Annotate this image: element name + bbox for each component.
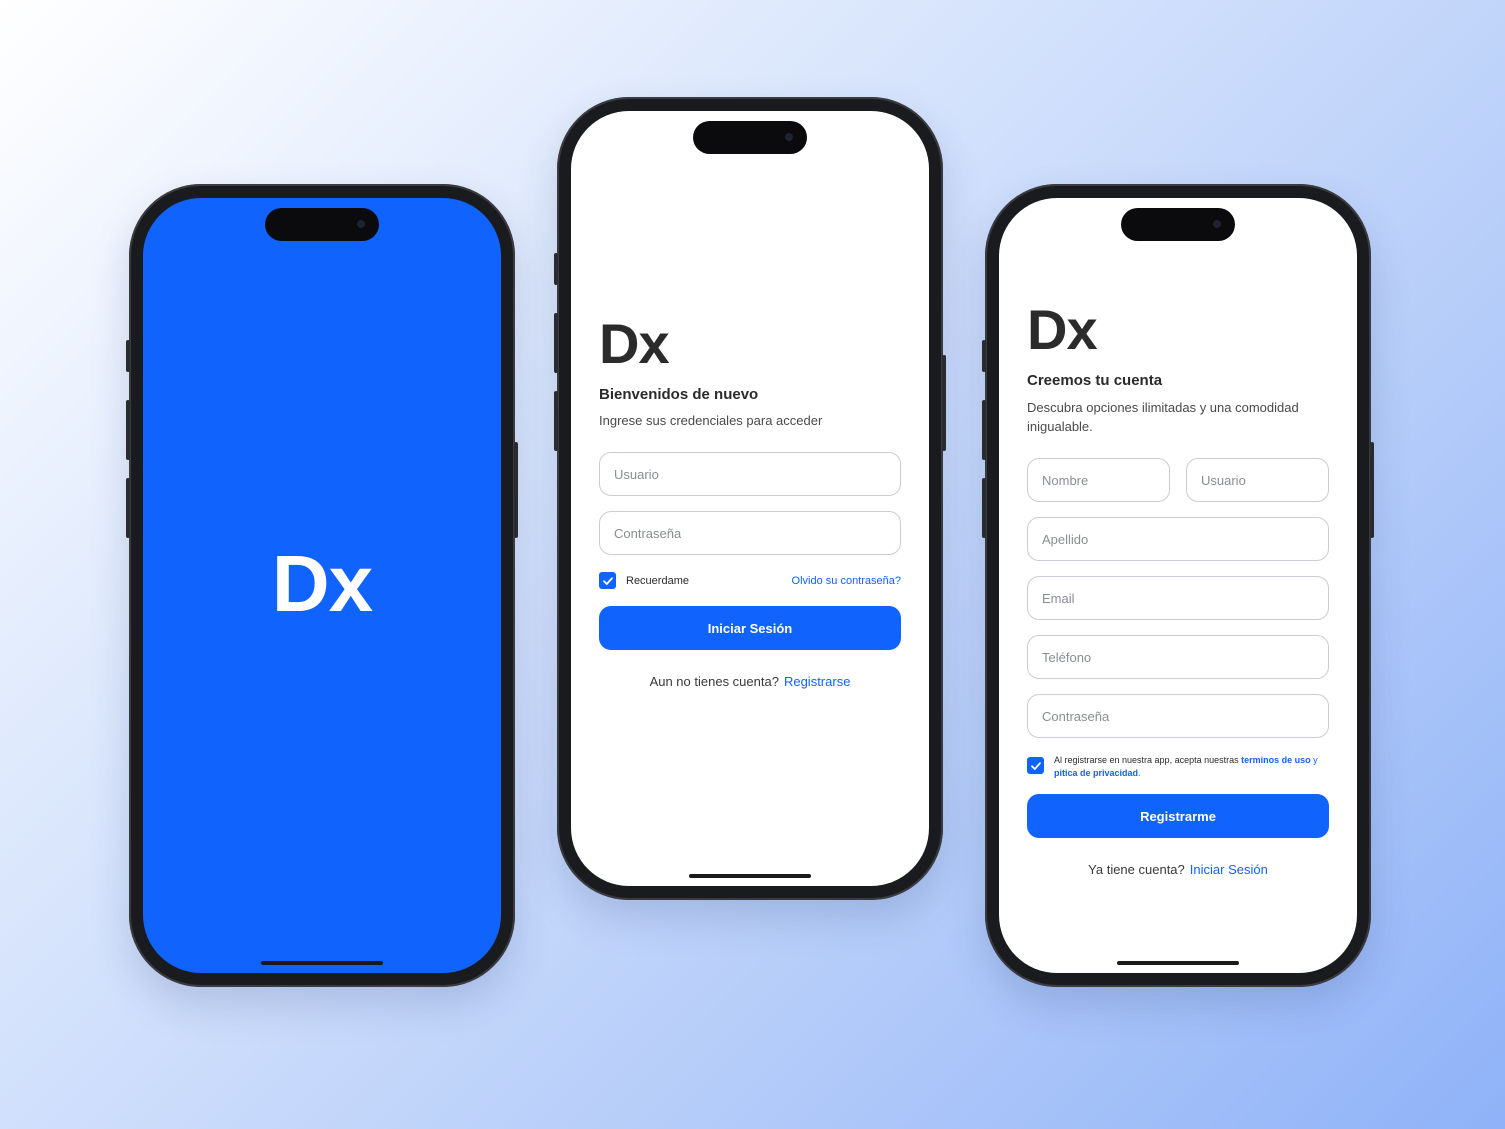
login-subtitle: Ingrese sus credenciales para acceder xyxy=(599,413,823,428)
register-button[interactable]: Registrarme xyxy=(1027,794,1329,838)
login-prompt: Ya tiene cuenta? Iniciar Sesión xyxy=(1027,862,1329,877)
terms-text: Al registrarse en nuestra app, acepta nu… xyxy=(1054,754,1329,780)
volume-up-button xyxy=(554,313,558,373)
phone-input[interactable]: Teléfono xyxy=(1027,635,1329,679)
terms-suffix: . xyxy=(1138,768,1141,778)
terms-checkbox[interactable] xyxy=(1027,757,1044,774)
login-phone: Dx Bienvenidos de nuevo Ingrese sus cred… xyxy=(554,97,946,900)
signup-prompt-text: Aun no tienes cuenta? xyxy=(649,674,779,689)
dynamic-island xyxy=(693,121,807,154)
login-link[interactable]: Iniciar Sesión xyxy=(1190,862,1268,877)
privacy-link[interactable]: pitica de privacidad xyxy=(1054,768,1138,778)
register-subtitle: Descubra opciones ilimitadas y una comod… xyxy=(1027,400,1299,434)
volume-up-button xyxy=(126,400,130,460)
forgot-password-link[interactable]: Olvido su contraseña? xyxy=(792,575,901,587)
volume-up-button xyxy=(982,400,986,460)
power-button xyxy=(942,355,946,451)
check-icon xyxy=(602,576,613,585)
splash-phone: Dx xyxy=(126,184,518,987)
signup-prompt: Aun no tienes cuenta? Registrarse xyxy=(599,674,901,689)
register-logo: Dx xyxy=(1027,298,1098,361)
login-button[interactable]: Iniciar Sesión xyxy=(599,606,901,650)
home-indicator[interactable] xyxy=(261,961,383,965)
register-title: Creemos tu cuenta xyxy=(1027,372,1163,389)
mute-switch xyxy=(982,340,986,372)
register-password-input[interactable]: Contraseña xyxy=(1027,694,1329,738)
email-input[interactable]: Email xyxy=(1027,576,1329,620)
login-prompt-text: Ya tiene cuenta? xyxy=(1088,862,1185,877)
volume-down-button xyxy=(554,391,558,451)
home-indicator[interactable] xyxy=(689,874,811,878)
login-screen: Dx Bienvenidos de nuevo Ingrese sus cred… xyxy=(571,111,929,886)
mute-switch xyxy=(126,340,130,372)
check-icon xyxy=(1030,761,1041,770)
password-input[interactable]: Contraseña xyxy=(599,511,901,555)
home-indicator[interactable] xyxy=(1117,961,1239,965)
terms-agreement: Al registrarse en nuestra app, acepta nu… xyxy=(1027,754,1329,780)
register-link[interactable]: Registrarse xyxy=(784,674,850,689)
terms-link[interactable]: terminos de uso xyxy=(1241,755,1311,765)
login-logo: Dx xyxy=(599,312,670,375)
register-phone: Dx Creemos tu cuenta Descubra opciones i… xyxy=(982,184,1374,987)
terms-and: y xyxy=(1313,755,1318,765)
remember-label: Recuerdame xyxy=(626,574,689,587)
lastname-input[interactable]: Apellido xyxy=(1027,517,1329,561)
dynamic-island xyxy=(1121,208,1235,241)
remember-me[interactable]: Recuerdame xyxy=(599,572,689,589)
power-button xyxy=(1370,442,1374,538)
name-input[interactable]: Nombre xyxy=(1027,458,1170,502)
register-username-input[interactable]: Usuario xyxy=(1186,458,1329,502)
splash-screen: Dx xyxy=(143,198,501,973)
mute-switch xyxy=(554,253,558,285)
splash-logo: Dx xyxy=(271,539,373,628)
dynamic-island xyxy=(265,208,379,241)
login-title: Bienvenidos de nuevo xyxy=(599,386,759,403)
register-screen: Dx Creemos tu cuenta Descubra opciones i… xyxy=(999,198,1357,973)
power-button xyxy=(514,442,518,538)
username-input[interactable]: Usuario xyxy=(599,452,901,496)
remember-checkbox[interactable] xyxy=(599,572,616,589)
terms-prefix: Al registrarse en nuestra app, acepta nu… xyxy=(1054,755,1239,765)
volume-down-button xyxy=(126,478,130,538)
volume-down-button xyxy=(982,478,986,538)
